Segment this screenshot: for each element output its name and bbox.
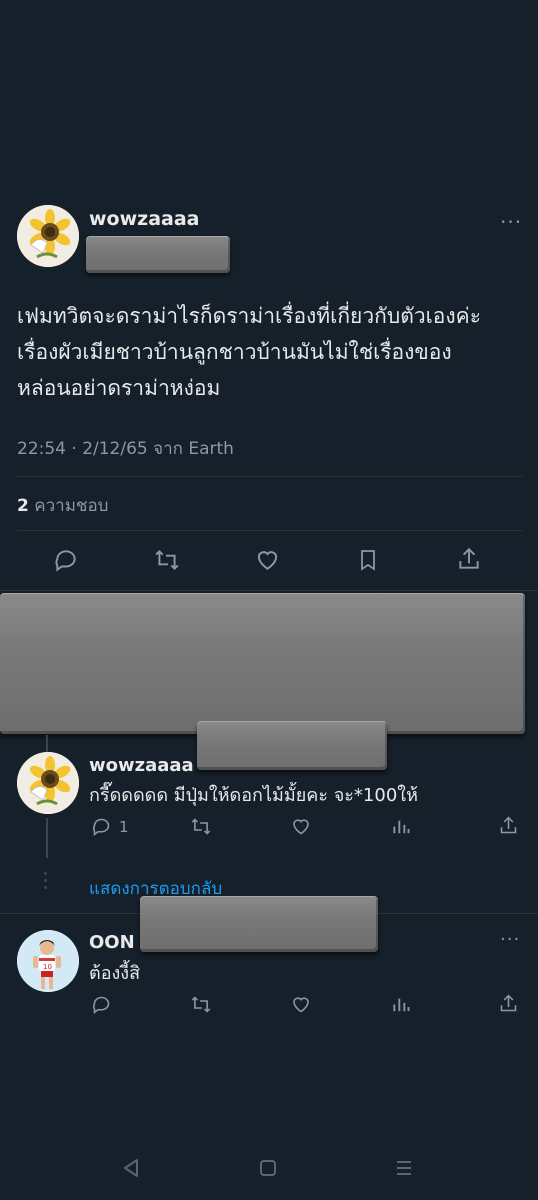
reply-text: ต้องงี้สิ [89, 963, 141, 984]
reply-icon[interactable]: 1 [91, 816, 129, 837]
bookmark-icon[interactable] [356, 547, 380, 573]
redaction-block [0, 593, 525, 734]
username[interactable]: wowzaaaa [89, 755, 194, 776]
more-dots-icon[interactable]: ··· [500, 210, 522, 234]
tweet-text: เฟมทวิตจะดราม่าไรก็ดราม่าเรื่องที่เกี่ยว… [17, 298, 527, 406]
divider [17, 476, 522, 477]
likes-count: 2 [17, 496, 29, 516]
username[interactable]: wowzaaaa [89, 208, 200, 230]
reply-icon[interactable] [91, 994, 112, 1015]
like-icon[interactable] [254, 547, 281, 573]
thread-dots [44, 872, 47, 889]
tweet-line: เฟมทวิตจะดราม่าไรก็ดราม่าเรื่องที่เกี่ยว… [17, 304, 481, 328]
retweet-icon[interactable] [190, 994, 212, 1015]
sunflower-avatar-icon [17, 752, 79, 814]
likes-stat[interactable]: 2 ความชอบ [17, 492, 108, 519]
share-icon[interactable] [456, 546, 482, 572]
share-icon[interactable] [498, 993, 519, 1014]
thread-line [46, 735, 48, 752]
redaction-block [197, 721, 387, 770]
like-icon[interactable] [290, 816, 312, 837]
like-icon[interactable] [290, 994, 312, 1015]
views-icon[interactable] [391, 816, 411, 837]
home-icon[interactable] [259, 1159, 277, 1177]
more-dots-icon[interactable]: ··· [500, 929, 520, 950]
likes-label: ความชอบ [34, 496, 109, 516]
recents-icon[interactable] [395, 1160, 413, 1176]
retweet-icon[interactable] [190, 816, 212, 837]
redaction-block [140, 896, 378, 952]
views-icon[interactable] [391, 994, 411, 1015]
redaction-block [86, 236, 230, 273]
volleyball-player-avatar-icon: 10 [17, 930, 79, 992]
svg-text:10: 10 [43, 963, 52, 971]
divider [0, 590, 538, 591]
reply-text: กรี๊ดดดดด มีปุ่มให้ดอกไม้มั้ยคะ จะ*100ให… [89, 785, 418, 806]
reply-icon[interactable] [53, 547, 79, 573]
sunflower-avatar-icon [17, 205, 79, 267]
reply-count: 1 [119, 817, 129, 836]
tweet-line: หล่อนอย่าดราม่าหง่อม [17, 376, 221, 400]
tweet-meta: 22:54 · 2/12/65 จาก Earth [17, 439, 234, 459]
username[interactable]: OON [89, 932, 135, 953]
divider [17, 530, 522, 531]
tweet-line: เรื่องผัวเมียชาวบ้านลูกชาวบ้านมันไม่ใช่เ… [17, 340, 452, 364]
thread-line [46, 818, 48, 858]
share-icon[interactable] [498, 815, 519, 836]
retweet-icon[interactable] [153, 547, 181, 573]
avatar[interactable] [17, 752, 79, 814]
avatar[interactable]: 10 [17, 930, 79, 992]
avatar[interactable] [17, 205, 79, 267]
back-icon[interactable] [122, 1158, 140, 1178]
